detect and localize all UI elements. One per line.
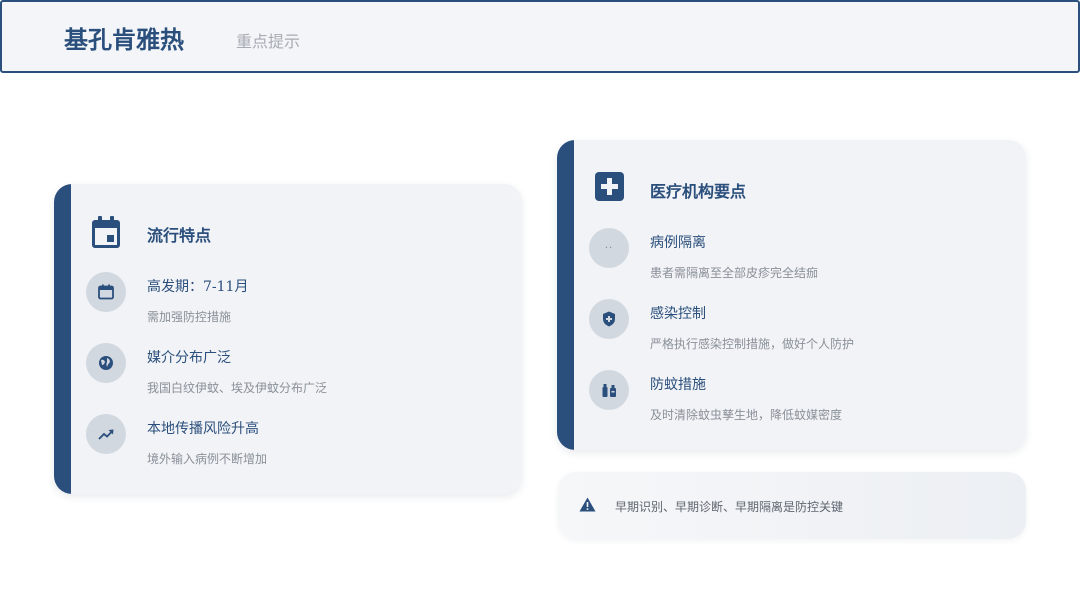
item-icon-circle <box>86 272 126 312</box>
item-title: 病例隔离 <box>650 235 706 251</box>
item-desc: 境外输入病例不断增加 <box>147 452 268 466</box>
spray-icon <box>602 384 616 397</box>
medical-cross-icon <box>595 172 624 201</box>
item-title: 防蚊措施 <box>650 377 706 393</box>
epidemic-features-card: 流行特点 高发期：7-11月 需加强防控措施 媒介分布广泛 我国白纹伊蚊、埃及伊… <box>54 184 522 494</box>
item-title: 本地传播风险升高 <box>147 421 259 437</box>
globe-icon <box>99 356 113 370</box>
medical-institution-card: 医疗机构要点 ·· 病例隔离 患者需隔离至全部皮疹完全结痂 感染控制 严格执行感… <box>557 140 1026 450</box>
item-title: 媒介分布广泛 <box>147 350 231 366</box>
notice-text: 早期识别、早期诊断、早期隔离是防控关键 <box>615 500 844 514</box>
trending-up-icon <box>98 429 114 440</box>
shield-icon <box>603 311 615 327</box>
header-banner: 基孔肯雅热 重点提示 <box>0 0 1080 73</box>
key-notice-banner: 早期识别、早期诊断、早期隔离是防控关键 <box>558 472 1026 539</box>
item-icon-circle <box>589 299 629 339</box>
page-subtitle: 重点提示 <box>236 32 301 51</box>
item-desc: 需加强防控措施 <box>147 310 232 324</box>
item-icon-circle <box>589 370 629 410</box>
item-desc: 严格执行感染控制措施，做好个人防护 <box>650 337 855 351</box>
card-accent-bar <box>54 184 71 494</box>
calendar-icon <box>92 216 120 248</box>
item-desc: 患者需隔离至全部皮疹完全结痂 <box>650 266 819 280</box>
item-desc: 及时清除蚊虫孳生地，降低蚊媒密度 <box>650 408 843 422</box>
item-icon-circle <box>86 343 126 383</box>
item-icon-circle: ·· <box>589 228 629 268</box>
item-title: 高发期：7-11月 <box>147 279 249 295</box>
card-title: 医疗机构要点 <box>650 182 747 201</box>
card-title: 流行特点 <box>147 226 212 245</box>
calendar-small-icon <box>98 284 114 300</box>
item-icon-circle <box>86 414 126 454</box>
item-title: 感染控制 <box>650 306 706 322</box>
warning-icon <box>579 497 596 512</box>
page-title: 基孔肯雅热 <box>64 25 184 54</box>
item-desc: 我国白纹伊蚊、埃及伊蚊分布广泛 <box>147 381 328 395</box>
card-accent-bar <box>557 140 574 450</box>
dots-icon: ·· <box>604 242 614 254</box>
